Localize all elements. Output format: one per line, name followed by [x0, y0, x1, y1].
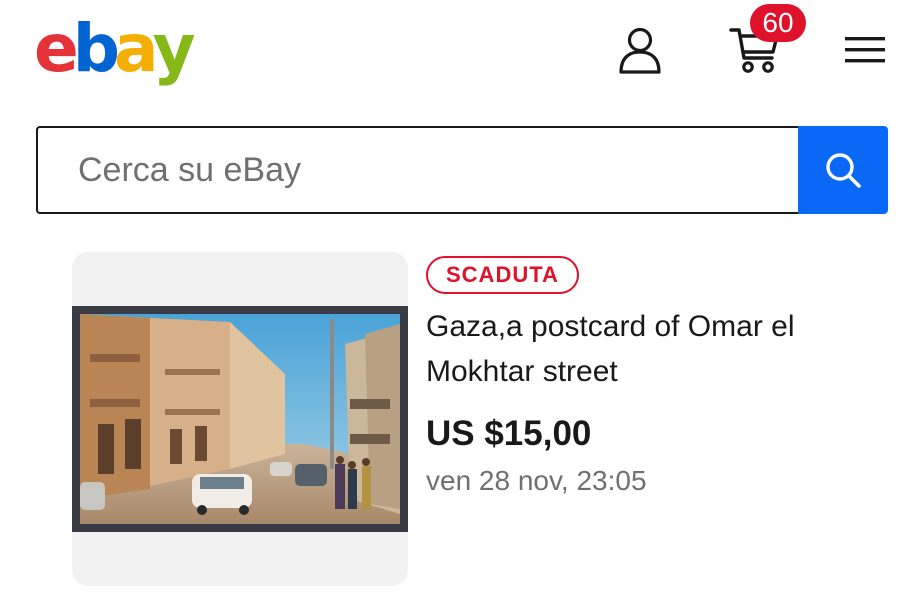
ebay-logo[interactable]: ebay: [34, 10, 196, 88]
listing-photo[interactable]: [72, 306, 408, 532]
listing-end-date: ven 28 nov, 23:05: [426, 465, 647, 496]
menu-icon[interactable]: [840, 30, 890, 70]
search-input[interactable]: [38, 128, 778, 212]
status-badge: SCADUTA: [426, 256, 579, 294]
header: ebay 60: [0, 0, 921, 110]
postcard-image: [80, 314, 400, 524]
search-button[interactable]: [798, 126, 888, 214]
logo-letter-a: a: [114, 10, 158, 87]
logo-letter-e: e: [34, 10, 79, 87]
listing-price: US $15,00: [426, 414, 592, 453]
user-icon[interactable]: [612, 22, 668, 78]
search-icon: [826, 153, 861, 188]
search-bar: [36, 126, 888, 214]
logo-letter-b: b: [72, 10, 120, 87]
cart-count-badge: 60: [750, 4, 806, 42]
listing-image-card[interactable]: [72, 252, 408, 586]
search-field: [36, 126, 798, 214]
listing-title[interactable]: Gaza,a postcard of Omar el Mokhtar stree…: [426, 304, 866, 394]
logo-letter-y: y: [152, 10, 196, 87]
